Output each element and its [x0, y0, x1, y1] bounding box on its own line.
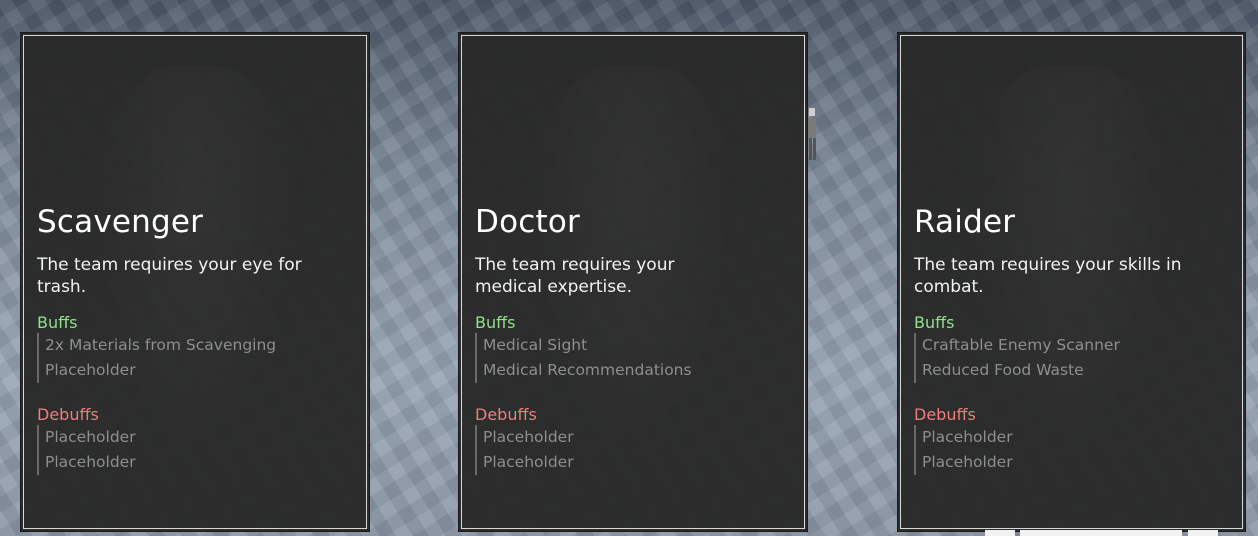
- buffs-label: Buffs: [475, 313, 516, 332]
- buff-item: Placeholder: [45, 361, 136, 379]
- buff-item: Medical Recommendations: [483, 361, 692, 379]
- class-description: The team requires your eye for trash.: [37, 255, 302, 297]
- card-frame: Scavenger The team requires your eye for…: [23, 35, 367, 529]
- class-card-raider[interactable]: Raider The team requires your skills in …: [897, 32, 1246, 532]
- debuffs-list: Placeholder Placeholder: [475, 425, 574, 475]
- bottom-ui-element[interactable]: [1188, 530, 1218, 536]
- buffs-list: 2x Materials from Scavenging Placeholder: [37, 333, 276, 383]
- buffs-label: Buffs: [37, 313, 78, 332]
- buff-item: 2x Materials from Scavenging: [45, 336, 277, 354]
- buffs-list: Craftable Enemy Scanner Reduced Food Was…: [914, 333, 1120, 383]
- class-description: The team requires your medical expertise…: [475, 255, 675, 297]
- class-card-scavenger[interactable]: Scavenger The team requires your eye for…: [20, 32, 370, 532]
- class-title: Scavenger: [37, 204, 204, 240]
- debuff-item: Placeholder: [483, 453, 574, 471]
- debuff-item: Placeholder: [483, 428, 574, 446]
- debuffs-list: Placeholder Placeholder: [914, 425, 1013, 475]
- buff-item: Medical Sight: [483, 336, 588, 354]
- debuffs-label: Debuffs: [37, 405, 99, 424]
- bottom-ui-element[interactable]: [1020, 530, 1182, 536]
- bottom-ui-element[interactable]: [985, 530, 1015, 536]
- buffs-list: Medical Sight Medical Recommendations: [475, 333, 692, 383]
- card-frame: Raider The team requires your skills in …: [900, 35, 1243, 529]
- debuffs-list: Placeholder Placeholder: [37, 425, 136, 475]
- card-frame: Doctor The team requires your medical ex…: [461, 35, 805, 529]
- debuff-item: Placeholder: [922, 453, 1013, 471]
- class-title: Raider: [914, 204, 1016, 240]
- debuffs-label: Debuffs: [914, 405, 976, 424]
- class-title: Doctor: [475, 204, 580, 240]
- class-description: The team requires your skills in combat.: [914, 255, 1182, 297]
- buff-item: Reduced Food Waste: [922, 361, 1084, 379]
- buffs-label: Buffs: [914, 313, 955, 332]
- debuffs-label: Debuffs: [475, 405, 537, 424]
- buff-item: Craftable Enemy Scanner: [922, 336, 1120, 354]
- debuff-item: Placeholder: [922, 428, 1013, 446]
- debuff-item: Placeholder: [45, 428, 136, 446]
- debuff-item: Placeholder: [45, 453, 136, 471]
- class-card-doctor[interactable]: Doctor The team requires your medical ex…: [458, 32, 808, 532]
